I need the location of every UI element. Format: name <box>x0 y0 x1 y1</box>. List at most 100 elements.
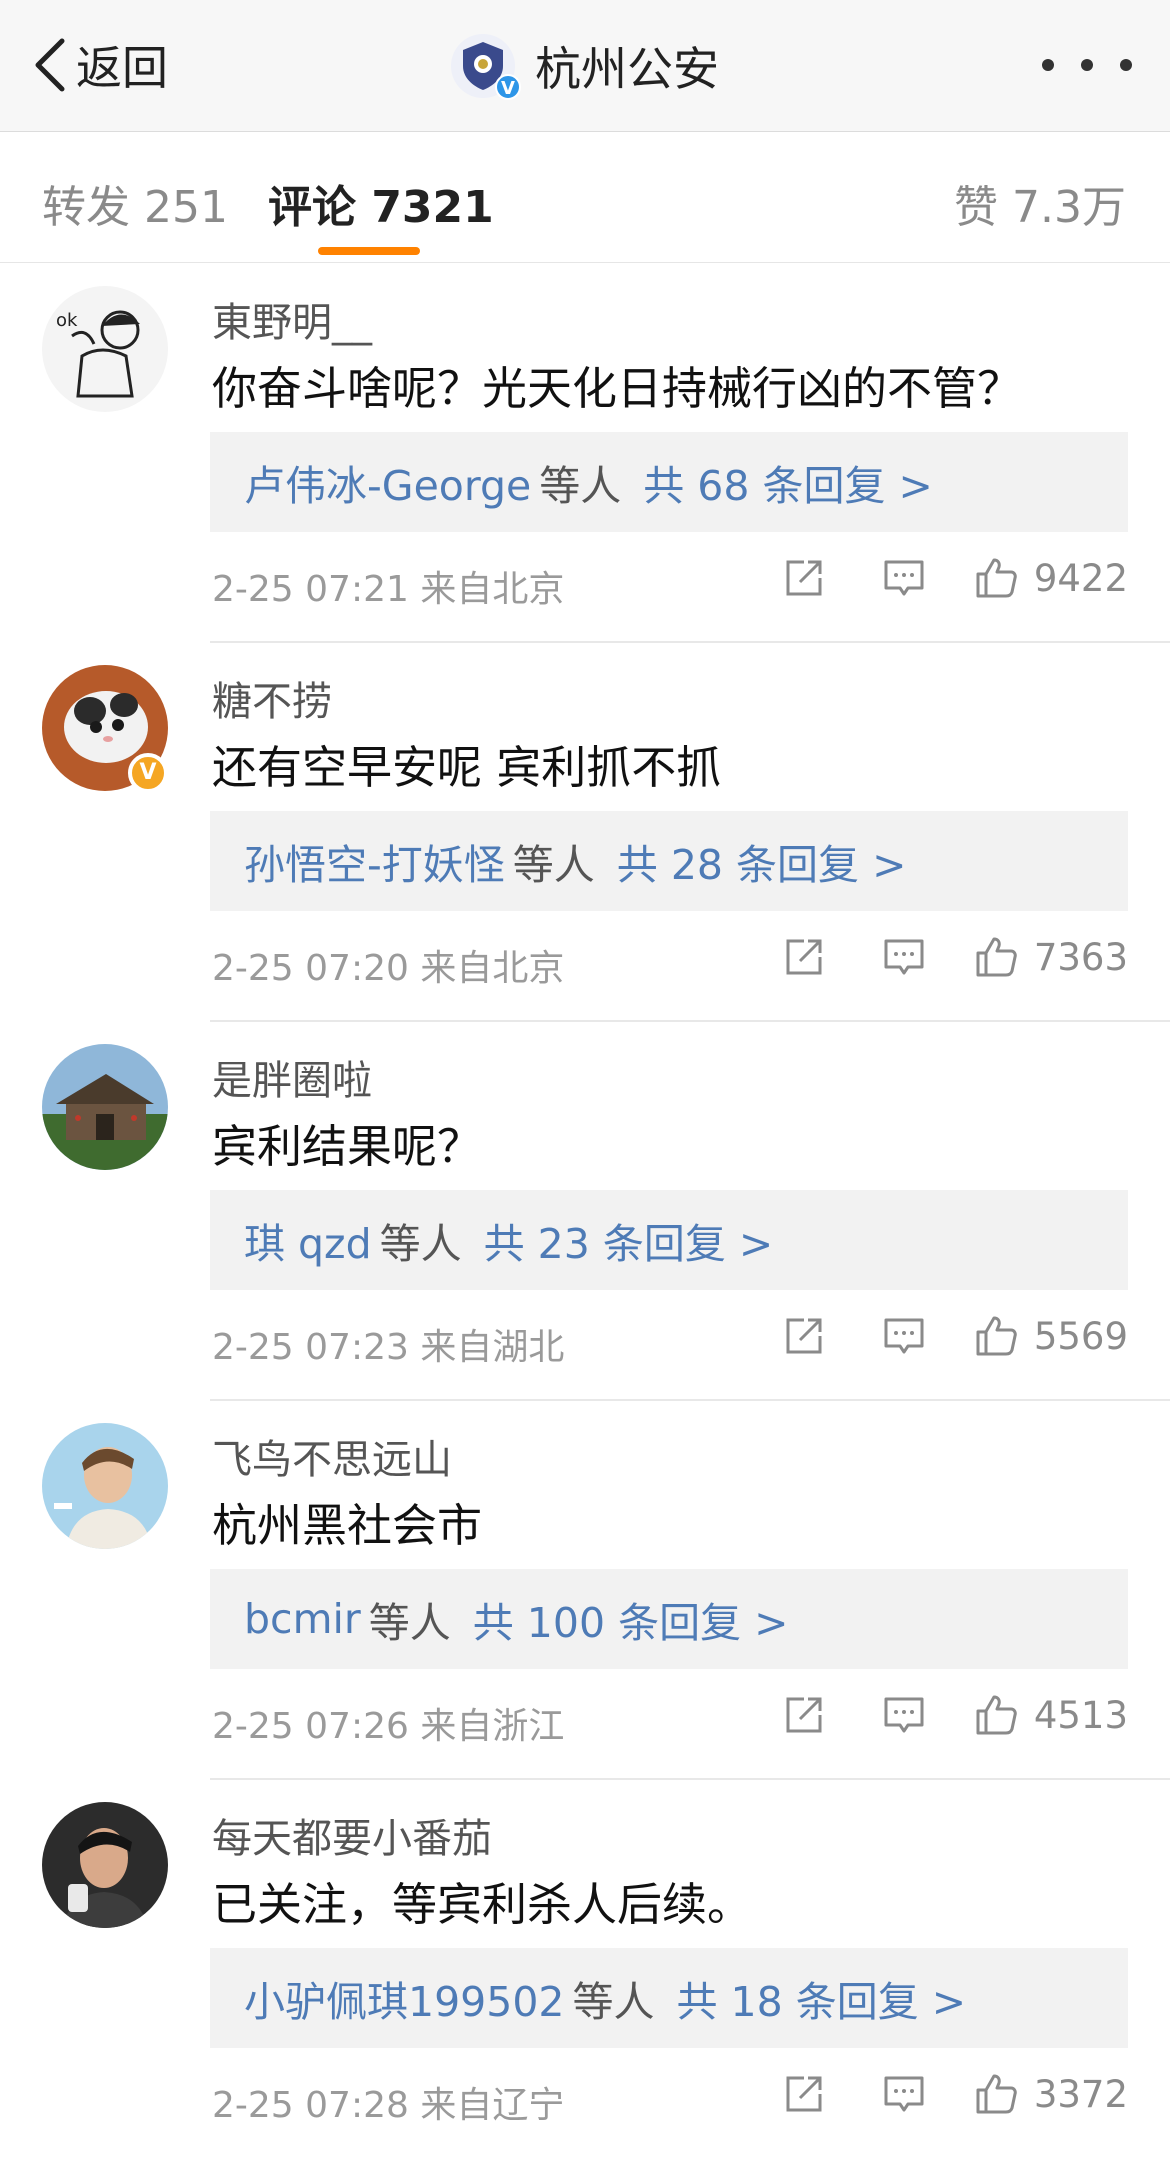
share-icon <box>786 1697 822 1733</box>
reply-count: 共 100 条回复 > <box>472 1599 789 1647</box>
verified-badge: V <box>128 753 168 793</box>
comment-item: ok 東野明__ 你奋斗啥呢？光天化日持械行凶的不管？ 卢伟冰-George 等… <box>0 264 1170 643</box>
reply-summary[interactable]: 小驴佩琪199502 等人 共 18 条回复 > <box>210 1948 1128 2048</box>
reply-count: 共 28 条回复 > <box>616 841 907 889</box>
comment-actions: 4513 <box>774 1681 1128 1749</box>
comment-source: 来自北京 <box>420 569 565 610</box>
tab-comments[interactable]: 评论 7321 <box>268 171 494 235</box>
active-tab-indicator <box>318 247 420 255</box>
thumbs-up-icon <box>976 1695 1017 1735</box>
share-icon <box>786 939 822 975</box>
like-button[interactable]: 5569 <box>972 1302 1128 1370</box>
reply-others: 等人 <box>368 1599 451 1647</box>
like-button[interactable]: 4513 <box>972 1681 1128 1749</box>
house-avatar-image <box>42 1044 168 1170</box>
comment-source: 来自浙江 <box>420 1706 565 1747</box>
comment-item: 是胖圈啦 宾利结果呢？ 琪 qzd 等人 共 23 条回复 > 2-25 07:… <box>0 1022 1170 1401</box>
nav-bar: 返回 V 杭州公安 <box>0 0 1170 132</box>
reply-button[interactable] <box>874 1302 934 1370</box>
comment-text: 还有空早安呢 宾利抓不抓 <box>212 741 722 794</box>
like-count: 7363 <box>1033 935 1128 979</box>
comment-source: 来自辽宁 <box>420 2085 565 2126</box>
share-button[interactable] <box>774 923 834 991</box>
avatar[interactable] <box>42 1423 168 1549</box>
share-button[interactable] <box>774 1302 834 1370</box>
comment-username[interactable]: 東野明__ <box>212 290 372 348</box>
reply-summary[interactable]: bcmir 等人 共 100 条回复 > <box>210 1569 1128 1669</box>
comment-actions: 5569 <box>774 1302 1128 1370</box>
comment-text: 杭州黑社会市 <box>212 1499 483 1552</box>
comment-item: 每天都要小番茄 已关注，等宾利杀人后续。 小驴佩琪199502 等人 共 18 … <box>0 1780 1170 2159</box>
like-button[interactable]: 7363 <box>972 923 1128 991</box>
like-count: 9422 <box>1033 556 1128 600</box>
more-dots-icon <box>1081 59 1093 71</box>
reply-summary[interactable]: 琪 qzd 等人 共 23 条回复 > <box>210 1190 1128 1290</box>
comment-source: 来自北京 <box>420 948 565 989</box>
tab-bar: 转发 251 评论 7321 赞 7.3万 <box>0 133 1170 263</box>
avatar[interactable] <box>42 1802 168 1928</box>
comment-meta: 2-25 07:23 来自湖北 <box>212 1318 564 1370</box>
comment-username[interactable]: 是胖圈啦 <box>212 1048 372 1106</box>
comment-icon <box>884 939 924 975</box>
comment-meta: 2-25 07:28 来自辽宁 <box>212 2076 564 2128</box>
share-button[interactable] <box>774 1681 834 1749</box>
comment-username[interactable]: 每天都要小番茄 <box>212 1806 492 1864</box>
reply-button[interactable] <box>874 2060 934 2128</box>
comment-actions: 3372 <box>774 2060 1128 2128</box>
comment-time: 2-25 07:23 <box>212 1327 409 1368</box>
comment-meta: 2-25 07:20 来自北京 <box>212 939 564 991</box>
more-dots-icon <box>1042 59 1054 71</box>
reply-summary[interactable]: 卢伟冰-George 等人 共 68 条回复 > <box>210 432 1128 532</box>
comment-icon <box>884 560 924 596</box>
reply-button[interactable] <box>874 1681 934 1749</box>
like-button[interactable]: 3372 <box>972 2060 1128 2128</box>
comment-time: 2-25 07:21 <box>212 569 409 610</box>
tab-reposts[interactable]: 转发 251 <box>42 171 228 235</box>
portrait-avatar-image <box>42 1802 168 1928</box>
avatar[interactable]: ok <box>42 286 168 412</box>
tab-likes[interactable]: 赞 7.3万 <box>954 171 1126 235</box>
reply-count: 共 68 条回复 > <box>643 462 933 510</box>
page-title: 杭州公安 <box>535 42 719 96</box>
comment-icon <box>884 1318 924 1354</box>
comment-actions: 9422 <box>774 544 1128 612</box>
reply-others: 等人 <box>379 1220 462 1268</box>
police-logo-avatar: V <box>451 34 521 100</box>
sketch-avatar-image: ok <box>42 286 168 412</box>
comment-username[interactable]: 飞鸟不思远山 <box>212 1427 452 1485</box>
share-button[interactable] <box>774 544 834 612</box>
comment-time: 2-25 07:26 <box>212 1706 409 1747</box>
thumbs-up-icon <box>976 558 1017 598</box>
avatar[interactable] <box>42 1044 168 1170</box>
thumbs-up-icon <box>976 1316 1017 1356</box>
share-button[interactable] <box>774 2060 834 2128</box>
comment-meta: 2-25 07:21 来自北京 <box>212 560 564 612</box>
reply-names: 卢伟冰-George <box>244 462 532 510</box>
comment-username[interactable]: 糖不捞 <box>212 669 332 727</box>
reply-others: 等人 <box>539 462 622 510</box>
reply-others: 等人 <box>572 1978 655 2026</box>
comment-time: 2-25 07:28 <box>212 2085 409 2126</box>
more-dots-icon <box>1120 59 1132 71</box>
reply-button[interactable] <box>874 544 934 612</box>
comment-icon <box>884 2076 924 2112</box>
more-button[interactable] <box>1042 55 1132 75</box>
comment-item: 飞鸟不思远山 杭州黑社会市 bcmir 等人 共 100 条回复 > 2-25 … <box>0 1401 1170 1780</box>
comment-time: 2-25 07:20 <box>212 948 409 989</box>
comment-icon <box>884 1697 924 1733</box>
like-count: 3372 <box>1033 2072 1128 2116</box>
share-icon <box>786 1318 822 1354</box>
like-button[interactable]: 9422 <box>972 544 1128 612</box>
reply-others: 等人 <box>512 841 595 889</box>
reply-names: 琪 qzd <box>244 1220 372 1268</box>
reply-count: 共 18 条回复 > <box>676 1978 967 2026</box>
reply-summary[interactable]: 孙悟空-打妖怪 等人 共 28 条回复 > <box>210 811 1128 911</box>
reply-count: 共 23 条回复 > <box>483 1220 774 1268</box>
portrait-avatar-image <box>42 1423 168 1549</box>
comment-item: V 糖不捞 还有空早安呢 宾利抓不抓 孙悟空-打妖怪 等人 共 28 条回复 >… <box>0 643 1170 1022</box>
reply-button[interactable] <box>874 923 934 991</box>
share-icon <box>786 560 822 596</box>
comment-text: 宾利结果呢？ <box>212 1120 483 1173</box>
nav-account[interactable]: V 杭州公安 <box>0 30 1170 102</box>
svg-text:ok: ok <box>56 310 78 331</box>
